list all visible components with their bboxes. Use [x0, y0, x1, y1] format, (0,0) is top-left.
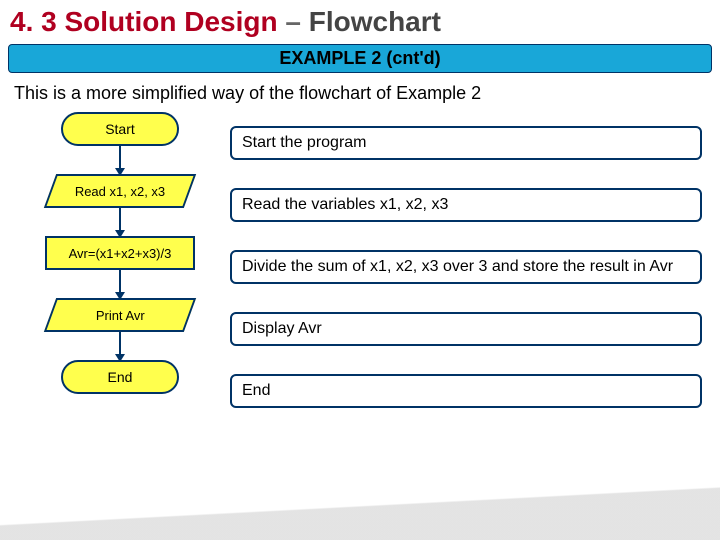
- desc-start: Start the program: [230, 126, 702, 160]
- shape-col: Avr=(x1+x2+x3)/3: [10, 236, 230, 298]
- intro-text: This is a more simplified way of the flo…: [0, 75, 720, 112]
- desc-end: End: [230, 374, 702, 408]
- decorative-wedge: [0, 430, 720, 540]
- process-average-shape: Avr=(x1+x2+x3)/3: [45, 236, 195, 270]
- example-banner: EXAMPLE 2 (cnt'd): [8, 44, 712, 73]
- flow-row-read: Read x1, x2, x3 Read the variables x1, x…: [10, 174, 720, 236]
- desc-process: Divide the sum of x1, x2, x3 over 3 and …: [230, 250, 702, 284]
- desc-print: Display Avr: [230, 312, 702, 346]
- terminator-end-shape: End: [61, 360, 179, 394]
- page-title: 4. 3 Solution Design – Flowchart: [0, 0, 720, 40]
- shape-label: Start: [105, 121, 135, 137]
- desc-col: Divide the sum of x1, x2, x3 over 3 and …: [230, 250, 720, 284]
- io-read-shape: Read x1, x2, x3: [44, 174, 196, 208]
- title-section: 4. 3 Solution Design: [10, 6, 278, 37]
- flow-row-end: End End: [10, 360, 720, 422]
- shape-col: Start: [10, 112, 230, 174]
- flow-row-process: Avr=(x1+x2+x3)/3 Divide the sum of x1, x…: [10, 236, 720, 298]
- terminator-start-shape: Start: [61, 112, 179, 146]
- shape-label: Read x1, x2, x3: [75, 184, 165, 199]
- shape-label: End: [108, 369, 133, 385]
- shape-label: Avr=(x1+x2+x3)/3: [69, 246, 172, 261]
- flow-row-print: Print Avr Display Avr: [10, 298, 720, 360]
- desc-read: Read the variables x1, x2, x3: [230, 188, 702, 222]
- flowchart-content: Start Start the program Read x1, x2, x3 …: [0, 112, 720, 422]
- shape-col: Print Avr: [10, 298, 230, 360]
- shape-col: End: [10, 360, 230, 422]
- desc-col: Start the program: [230, 126, 720, 160]
- arrow-down-icon: [119, 270, 121, 298]
- title-separator: –: [285, 6, 301, 37]
- arrow-down-icon: [119, 332, 121, 360]
- desc-col: End: [230, 374, 720, 408]
- arrow-down-icon: [119, 208, 121, 236]
- arrow-down-icon: [119, 146, 121, 174]
- io-print-shape: Print Avr: [44, 298, 196, 332]
- shape-label: Print Avr: [96, 308, 145, 323]
- shape-col: Read x1, x2, x3: [10, 174, 230, 236]
- title-topic: Flowchart: [309, 6, 441, 37]
- desc-col: Read the variables x1, x2, x3: [230, 188, 720, 222]
- desc-col: Display Avr: [230, 312, 720, 346]
- flow-row-start: Start Start the program: [10, 112, 720, 174]
